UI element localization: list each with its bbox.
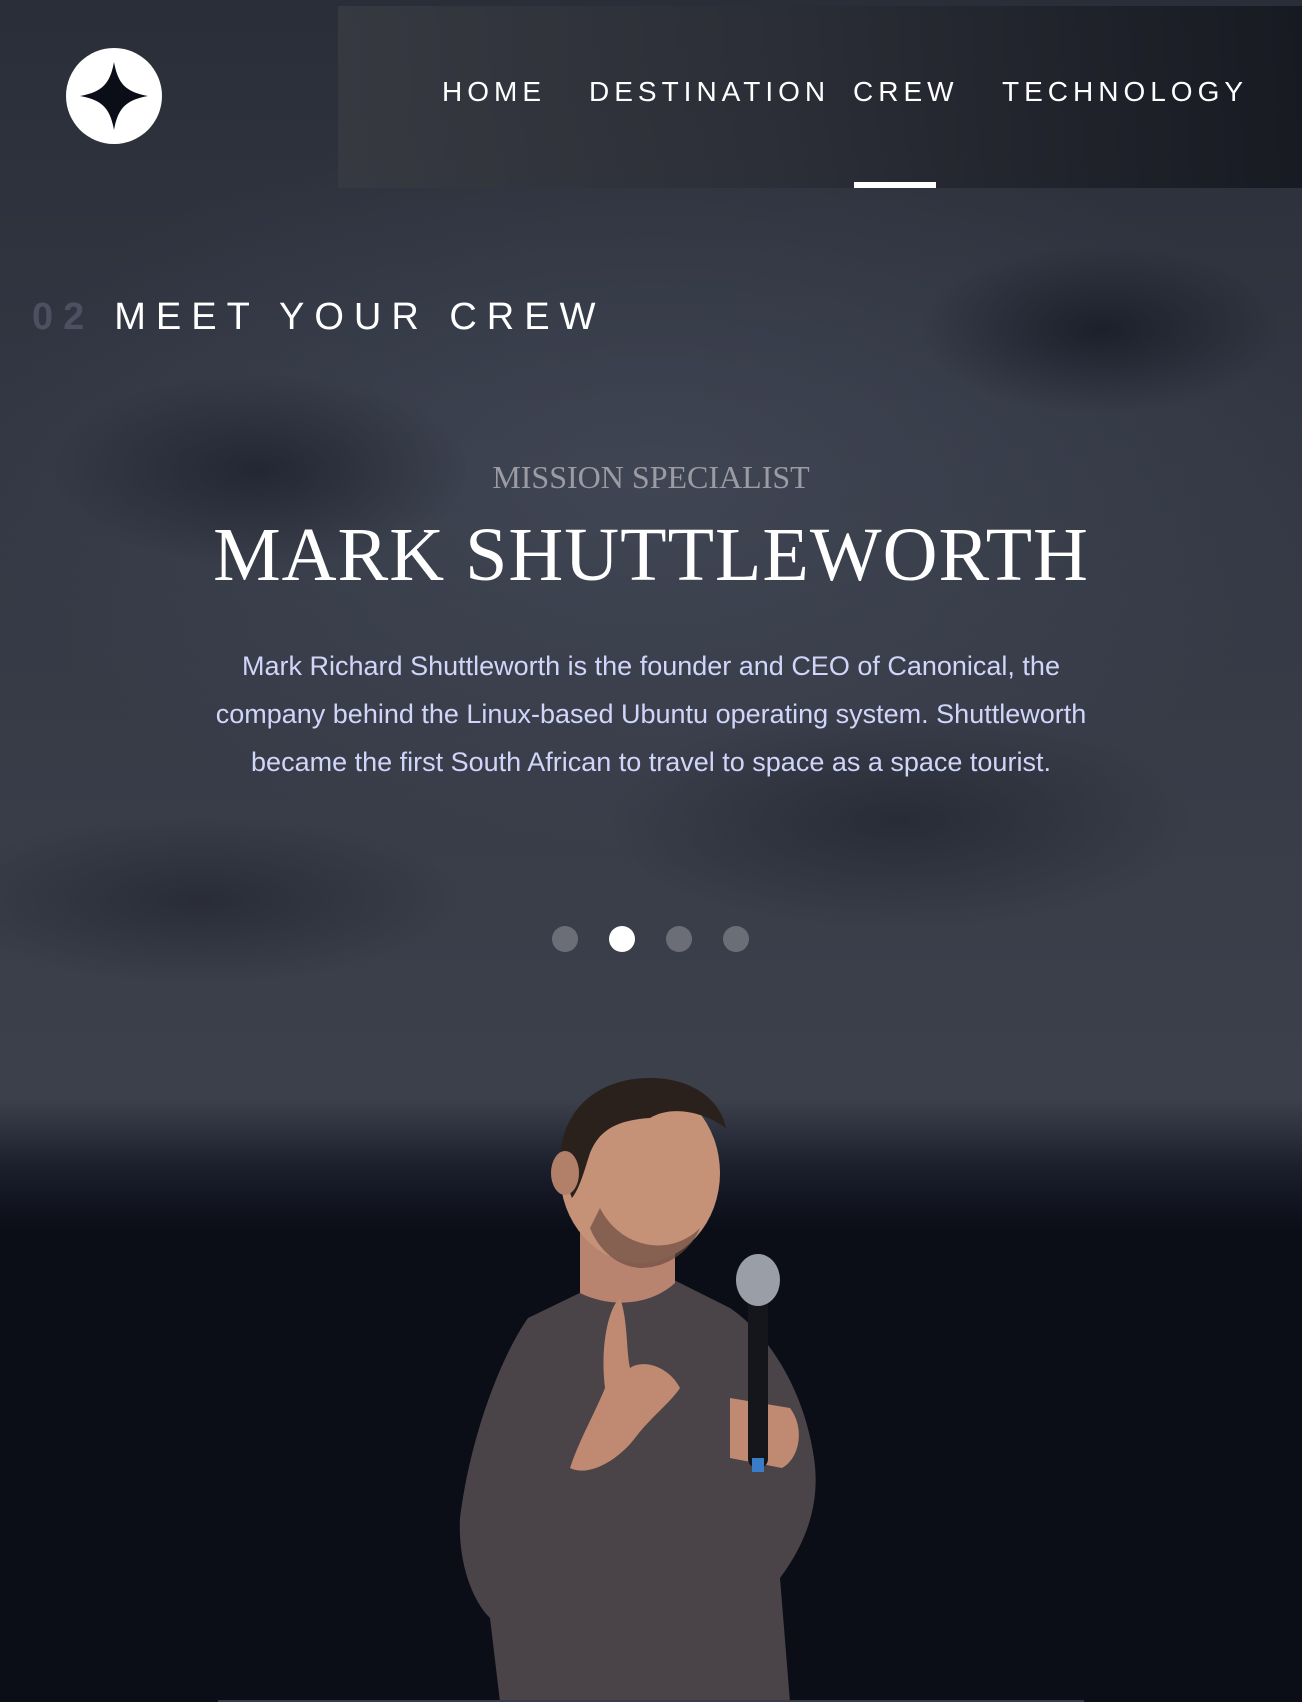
nav-destination[interactable]: DESTINATION — [589, 76, 830, 108]
slide-dot-4[interactable] — [723, 926, 749, 952]
page-number: 02 — [32, 296, 95, 338]
star-logo-icon — [80, 62, 148, 130]
slide-dot-1[interactable] — [552, 926, 578, 952]
page-heading: 02 MEET YOUR CREW — [32, 296, 605, 339]
page-title: MEET YOUR CREW — [114, 296, 606, 338]
crew-name: MARK SHUTTLEWORTH — [213, 513, 1089, 597]
nav-technology[interactable]: TECHNOLOGY — [1002, 76, 1248, 108]
nav-crew[interactable]: CREW — [853, 76, 959, 108]
slide-dot-2[interactable] — [609, 926, 635, 952]
nav-home[interactable]: HOME — [442, 76, 546, 108]
slide-dot-3[interactable] — [666, 926, 692, 952]
crew-member-photo — [459, 1078, 816, 1702]
crew-bio: Mark Richard Shuttleworth is the founder… — [215, 651, 1087, 777]
nav-active-indicator — [854, 182, 936, 188]
crew-role: MISSION SPECIALIST — [492, 459, 810, 495]
home-logo[interactable] — [66, 48, 162, 144]
